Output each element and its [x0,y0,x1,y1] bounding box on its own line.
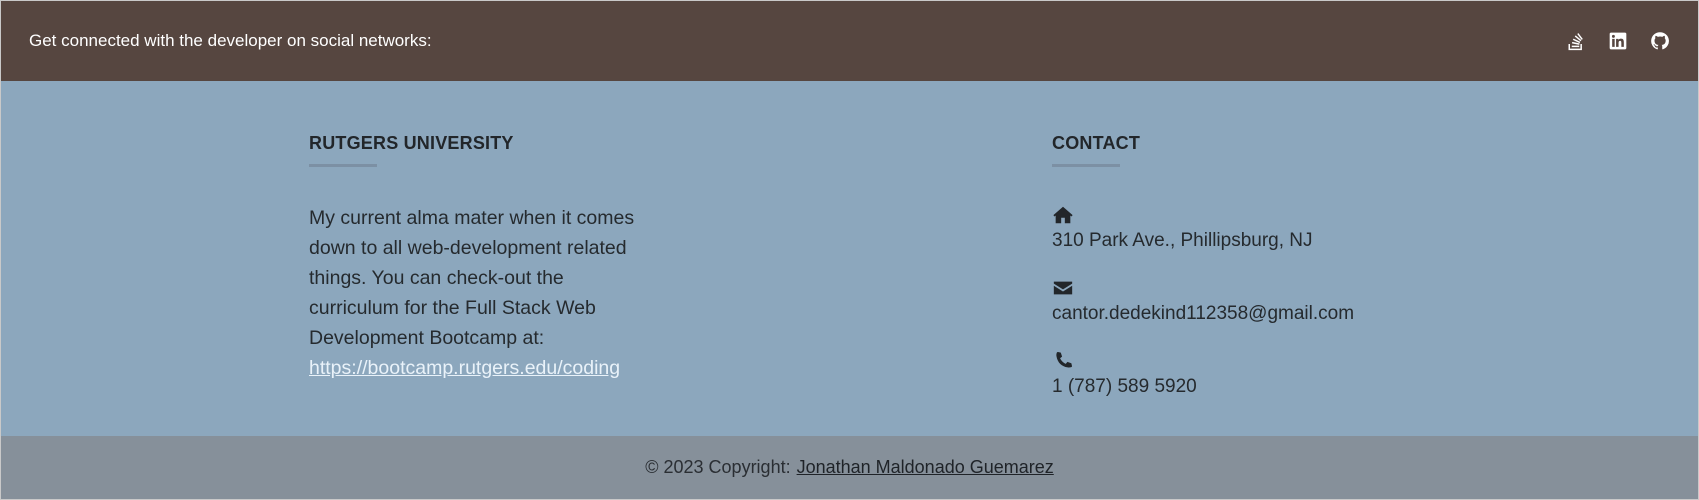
university-column: RUTGERS UNIVERSITY My current alma mater… [309,133,654,383]
university-text: My current alma mater when it comes down… [309,207,635,349]
email-text: cantor.dedekind112358@gmail.com [1052,303,1355,324]
linkedin-icon[interactable] [1608,31,1628,51]
social-links [1566,31,1670,51]
bootcamp-link[interactable]: https://bootcamp.rutgers.edu/coding [309,353,654,383]
address-text: 310 Park Ave., Phillipsburg, NJ [1052,230,1313,251]
contact-column: CONTACT 310 Park Ave., Phillipsburg, NJ … [1052,133,1472,398]
copyright-text: © 2023 Copyright: [645,457,791,477]
contact-address: 310 Park Ave., Phillipsburg, NJ [1052,204,1472,252]
contact-phone: 1 (787) 589 5920 [1052,350,1472,398]
heading-divider [309,164,377,167]
heading-divider [1052,164,1120,167]
university-heading: RUTGERS UNIVERSITY [309,133,514,153]
phone-icon [1052,350,1472,372]
github-icon[interactable] [1650,31,1670,51]
contact-email: cantor.dedekind112358@gmail.com [1052,277,1472,325]
contact-list: 310 Park Ave., Phillipsburg, NJ cantor.d… [1052,204,1472,398]
phone-text: 1 (787) 589 5920 [1052,376,1197,397]
university-description: My current alma mater when it comes down… [309,203,654,383]
author-link[interactable]: Jonathan Maldonado Guemarez [797,457,1054,478]
stack-overflow-icon[interactable] [1566,31,1586,51]
footer-content: RUTGERS UNIVERSITY My current alma mater… [1,81,1698,436]
envelope-icon [1052,277,1472,299]
contact-heading: CONTACT [1052,133,1141,153]
copyright-bar: © 2023 Copyright: Jonathan Maldonado Gue… [1,436,1698,499]
social-bar: Get connected with the developer on soci… [1,1,1698,81]
home-icon [1052,204,1472,226]
social-bar-text: Get connected with the developer on soci… [29,31,432,50]
page-footer-section: Get connected with the developer on soci… [0,0,1699,500]
